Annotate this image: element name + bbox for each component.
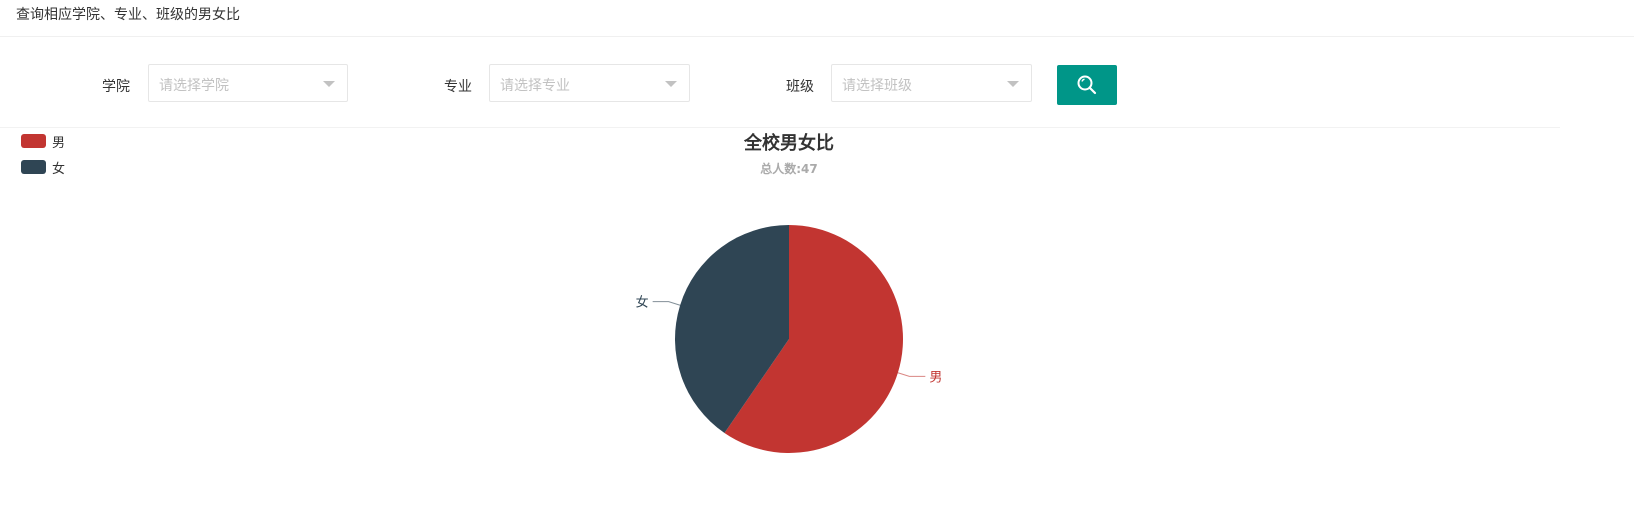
college-placeholder: 请选择学院 (159, 78, 229, 94)
major-label: 专业 (444, 79, 472, 95)
chart-subtitle: 总人数:47 (760, 161, 818, 176)
label-line (652, 301, 681, 306)
chart-title: 全校男女比 (743, 132, 834, 154)
slice-label: 男 (929, 370, 942, 385)
major-select[interactable]: 请选择专业 (489, 64, 690, 102)
chevron-down-icon (665, 81, 677, 87)
chevron-down-icon (1007, 81, 1019, 87)
pie-chart: 全校男女比 总人数:47 男 女 (636, 132, 942, 453)
class-placeholder: 请选择班级 (842, 78, 912, 94)
college-select[interactable]: 请选择学院 (148, 64, 348, 102)
college-label: 学院 (102, 79, 130, 95)
page-title: 查询相应学院、专业、班级的男女比 (16, 7, 240, 23)
slice-label: 女 (636, 295, 649, 311)
class-label: 班级 (786, 79, 814, 95)
search-icon (1077, 75, 1097, 95)
major-placeholder: 请选择专业 (500, 78, 570, 94)
class-select[interactable]: 请选择班级 (831, 64, 1032, 102)
chevron-down-icon (323, 81, 335, 87)
header-divider (0, 36, 1634, 37)
search-button[interactable] (1057, 65, 1117, 105)
label-line (897, 372, 926, 377)
